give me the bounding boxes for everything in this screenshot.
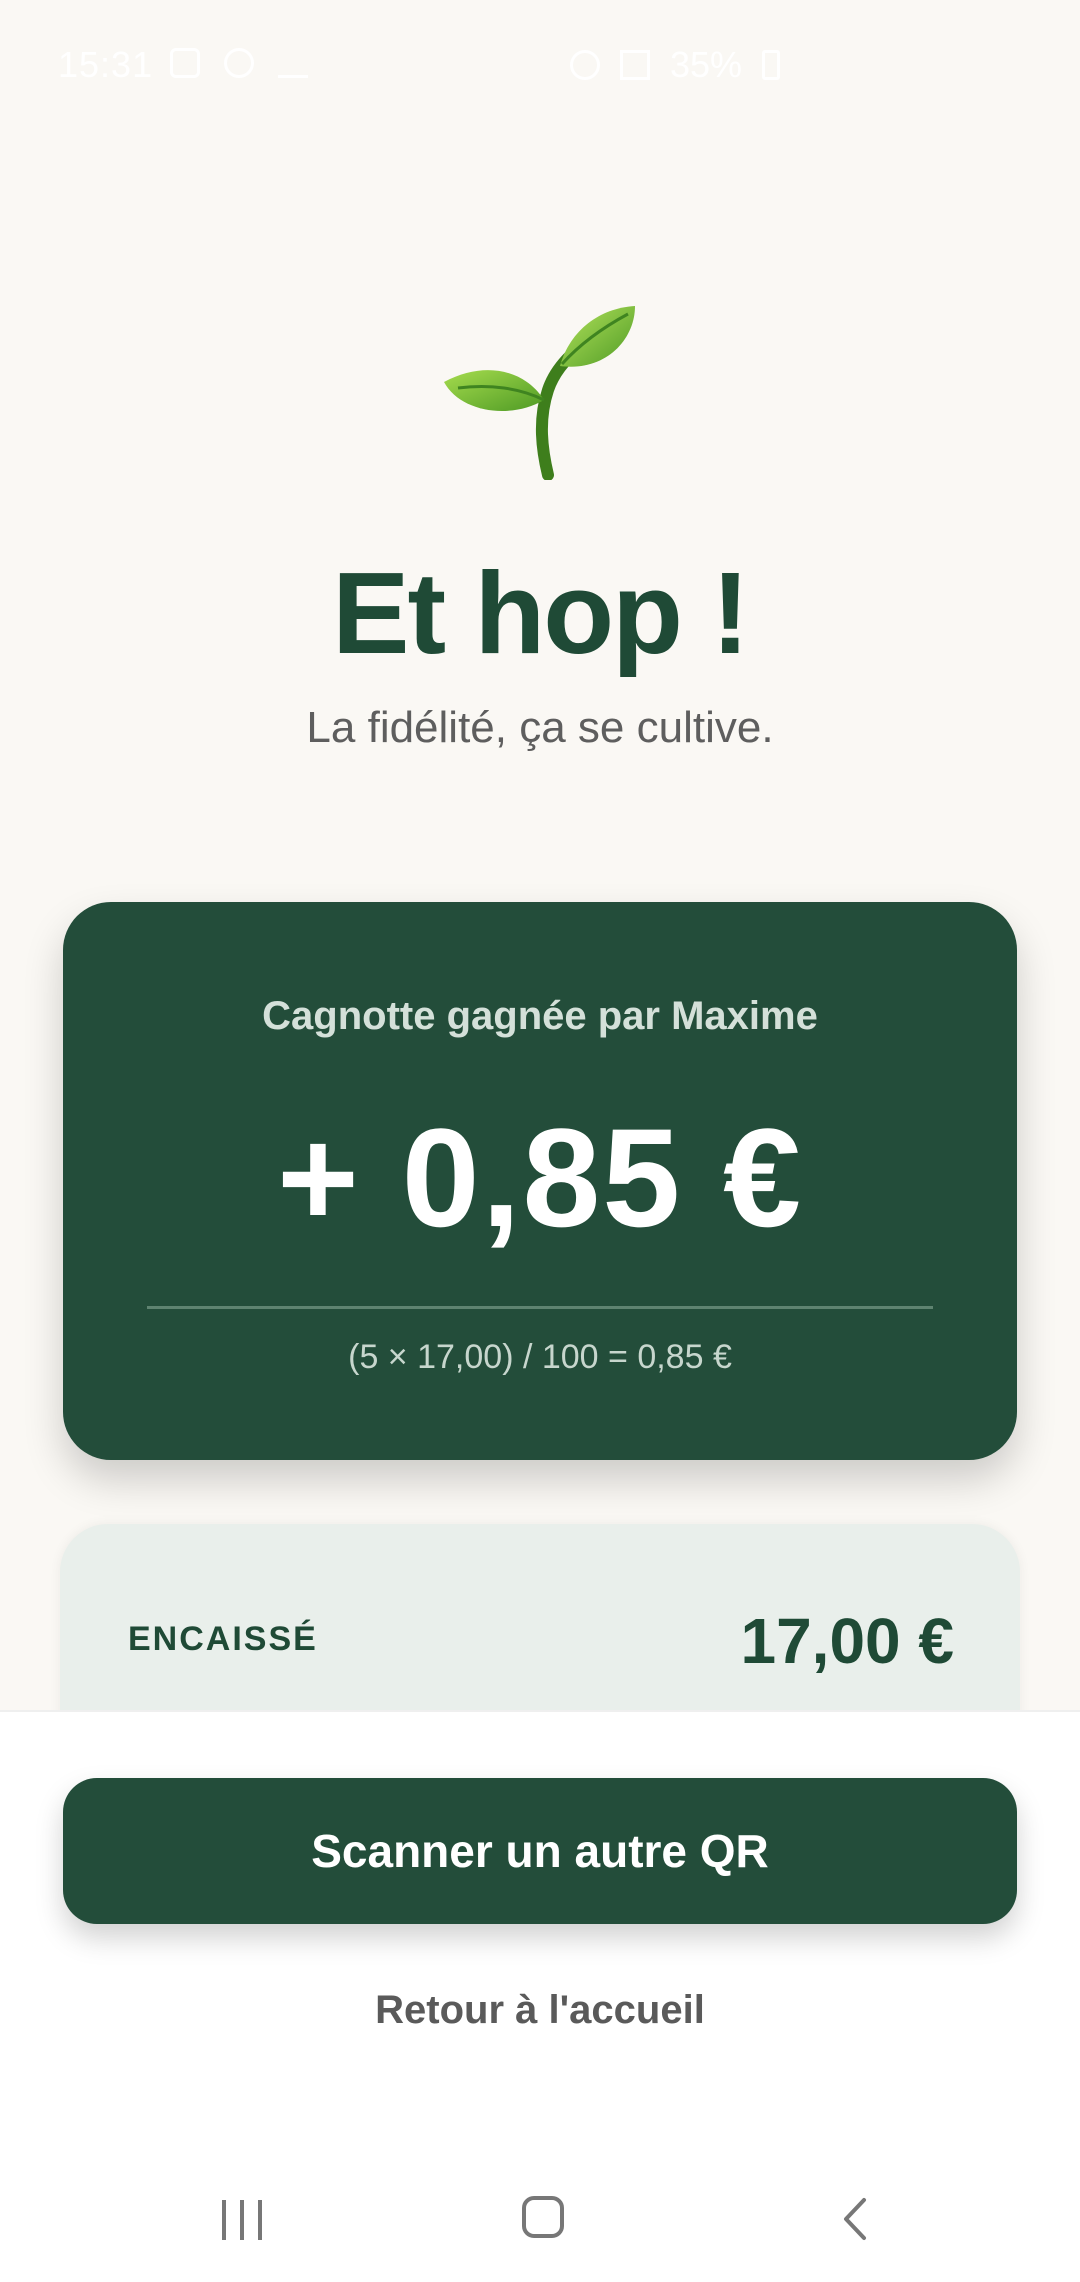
reward-label: Cagnotte gagnée par Maxime	[262, 994, 818, 1038]
system-nav-bar	[0, 2160, 1080, 2280]
download-icon	[278, 48, 308, 78]
page-title: Et hop !	[332, 548, 750, 678]
reward-amount: + 0,85 €	[277, 1099, 803, 1256]
status-bar: 15:31 35%	[0, 0, 1080, 130]
battery-percent: 35%	[670, 44, 743, 85]
scan-another-qr-button[interactable]: Scanner un autre QR	[63, 1778, 1017, 1924]
back-to-home-link[interactable]: Retour à l'accueil	[0, 1988, 1080, 2033]
signal-icon	[620, 50, 650, 80]
reward-card: Cagnotte gagnée par Maxime + 0,85 € (5 ×…	[63, 902, 1017, 1460]
reward-formula: (5 × 17,00) / 100 = 0,85 €	[348, 1338, 732, 1376]
seedling-icon	[444, 306, 635, 480]
settings-icon	[224, 48, 254, 78]
mute-icon	[570, 50, 600, 80]
notification-icons	[170, 48, 308, 78]
home-icon[interactable]	[522, 2196, 564, 2238]
gallery-icon	[170, 48, 200, 78]
battery-icon	[762, 50, 781, 80]
back-icon[interactable]	[836, 2196, 876, 2242]
reward-divider	[147, 1306, 933, 1309]
cashed-value: 17,00 €	[740, 1605, 954, 1677]
system-icons: 35%	[570, 44, 781, 86]
status-time: 15:31	[58, 44, 154, 85]
page-subtitle: La fidélité, ça se cultive.	[306, 703, 774, 752]
recents-icon[interactable]	[222, 2200, 262, 2240]
cashed-label: ENCAISSÉ	[128, 1620, 318, 1658]
